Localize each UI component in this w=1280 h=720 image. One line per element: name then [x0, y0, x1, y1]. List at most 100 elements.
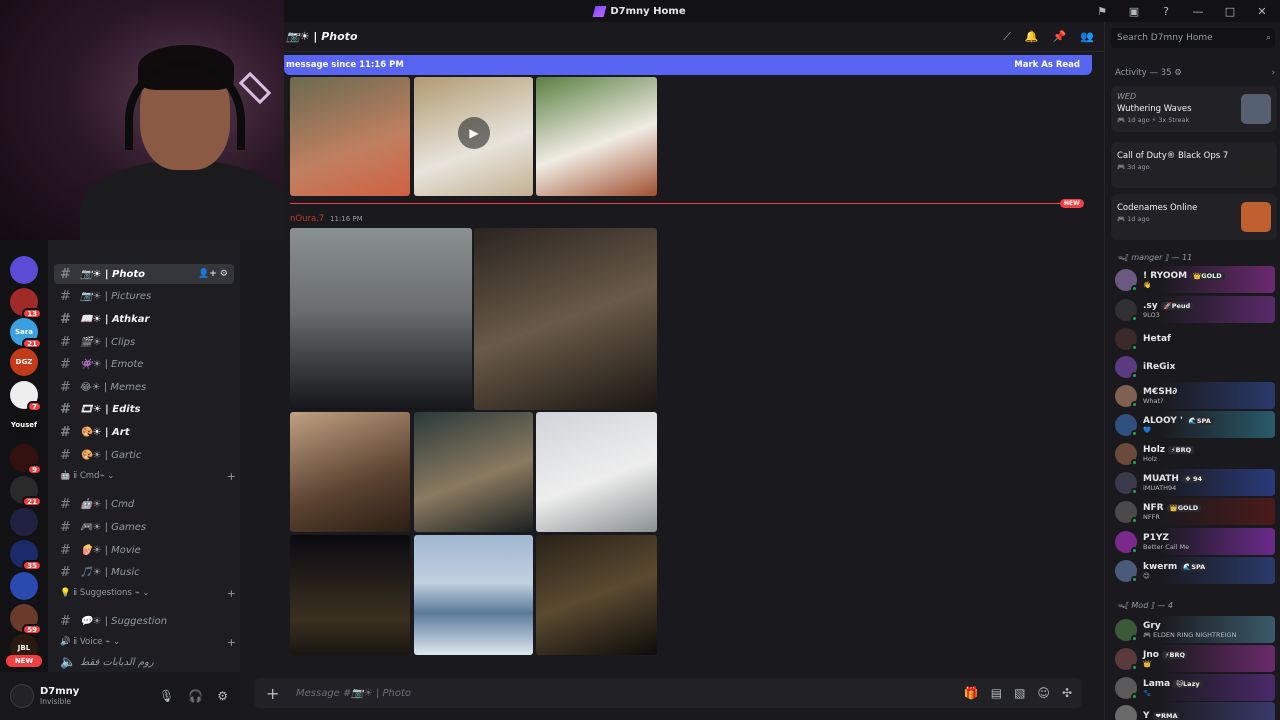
activity-card[interactable]: WED Wuthering Waves 🎮 1d ago ⚡ 3x Streak: [1111, 86, 1277, 132]
photo-attachment[interactable]: [536, 412, 657, 532]
channel-category[interactable]: 🤖 ⅱ Cmd⌁ ⌄ +: [60, 469, 236, 483]
member-row[interactable]: Gry 🎮 ELDEN RING NIGHTREIGN: [1111, 616, 1275, 643]
server-icon[interactable]: 35: [10, 540, 42, 571]
channel-item[interactable]: # 💬☀ | Suggestion: [54, 611, 234, 631]
member-row[interactable]: Jno ⚡BRQ 👑: [1111, 645, 1275, 672]
photo-attachment[interactable]: [290, 228, 472, 410]
server-icon[interactable]: [10, 572, 38, 600]
channel-item[interactable]: # 👾☀ | Emote: [54, 354, 234, 374]
server-icon[interactable]: 21: [10, 476, 42, 507]
photo-attachment[interactable]: [536, 535, 657, 655]
channel-item[interactable]: # 🎞☀ | Edits: [54, 399, 234, 419]
server-icon[interactable]: Sara 21: [10, 318, 42, 349]
gif-icon[interactable]: ▤: [991, 686, 1002, 700]
member-row[interactable]: ALOOY ' 🌊SPA 💙: [1111, 411, 1275, 438]
maximize-button[interactable]: □: [1220, 5, 1240, 18]
server-icon[interactable]: 13: [10, 288, 42, 319]
member-row[interactable]: MUATH ❖ 94 iMUATH94: [1111, 469, 1275, 496]
channel-item[interactable]: # 🍿☀ | Movie: [54, 540, 234, 560]
screen-share-icon[interactable]: ▣: [1124, 5, 1144, 18]
member-row[interactable]: Holz ⚡BRQ Holz: [1111, 440, 1275, 467]
member-row[interactable]: Hetaf: [1111, 325, 1275, 352]
server-icon[interactable]: [10, 256, 38, 284]
chevron-right-icon[interactable]: ›: [1272, 68, 1275, 78]
sticker-icon[interactable]: ▧: [1014, 686, 1025, 700]
gift-icon[interactable]: 🎁: [964, 686, 979, 700]
threads-icon[interactable]: ⟋: [1003, 30, 1011, 44]
channel-item[interactable]: # 📷☀ | Photo 👤+ ⚙: [54, 264, 234, 284]
search-input[interactable]: Search D7mny Home ⌕: [1111, 28, 1275, 48]
member-row[interactable]: Lama 🐱Lazy 🐾: [1111, 674, 1275, 701]
server-icon[interactable]: 7: [10, 381, 42, 412]
microphone-icon[interactable]: 🎙: [159, 689, 174, 703]
photo-attachment[interactable]: [290, 412, 410, 532]
channel-item[interactable]: # 🎬☀ | Clips: [54, 332, 234, 352]
channel-item[interactable]: # 🎨☀ | Art: [54, 422, 234, 442]
unread-banner[interactable]: message since 11:16 PM Mark As Read: [284, 55, 1092, 75]
member-row[interactable]: P1YZ Better Call Me: [1111, 528, 1275, 555]
channel-item[interactable]: # 📖☀ | Athkar: [54, 309, 234, 329]
server-label: JBL: [17, 644, 31, 652]
message-author[interactable]: nOura.7: [290, 214, 324, 224]
server-icon[interactable]: DGZ: [10, 348, 38, 376]
channel-item[interactable]: # 🎵☀ | Music: [54, 562, 234, 582]
server-icon[interactable]: Yousef: [10, 411, 38, 439]
member-name: Hetaf: [1143, 333, 1171, 344]
photo-attachment[interactable]: [414, 412, 533, 532]
chat-area: 📷☀ | Photo ⟋ 🔔 📌 👥 message since 11:16 P…: [254, 22, 1104, 720]
photo-attachment[interactable]: [536, 77, 657, 196]
channel-category[interactable]: 💡 ⅱ Suggestions ⌁ ⌄ +: [60, 586, 236, 600]
online-status-icon: [1131, 487, 1138, 495]
member-row[interactable]: ! RYOOM 👑GOLD 👋: [1111, 266, 1275, 293]
mark-as-read-button[interactable]: Mark As Read: [1014, 60, 1080, 70]
member-row[interactable]: Y ❤RMA: [1111, 702, 1275, 720]
message-composer[interactable]: + Message #📷☀ | Photo 🎁 ▤ ▧ ☺ ✣: [254, 678, 1082, 708]
channel-settings-icon[interactable]: 👤+ ⚙: [198, 269, 228, 279]
channel-item[interactable]: # 🎨☀ | Gartic: [54, 445, 234, 465]
minimize-button[interactable]: —: [1188, 5, 1208, 18]
help-icon[interactable]: ?: [1156, 5, 1176, 18]
member-row[interactable]: .sy 🚀Peud 9LO3: [1111, 296, 1275, 323]
channel-item[interactable]: # 🤖☀ | Cmd: [54, 494, 234, 514]
pin-icon[interactable]: 📌: [1053, 30, 1067, 44]
photo-attachment[interactable]: [290, 535, 410, 655]
new-servers-pill[interactable]: NEW: [6, 655, 42, 667]
member-name: ALOOY ': [1143, 415, 1183, 426]
photo-attachment[interactable]: [414, 535, 533, 655]
member-row[interactable]: M€SH∂ What?: [1111, 382, 1275, 409]
avatar[interactable]: [10, 684, 34, 708]
add-attachment-icon[interactable]: +: [266, 684, 296, 703]
add-channel-icon[interactable]: +: [227, 636, 236, 649]
channel-item[interactable]: # 📷☀ | Pictures: [54, 286, 234, 306]
server-icon[interactable]: 59: [10, 604, 42, 635]
channel-item[interactable]: # 😂☀ | Memes: [54, 377, 234, 397]
bell-icon[interactable]: 🔔: [1025, 30, 1039, 44]
close-button[interactable]: ✕: [1252, 5, 1272, 18]
apps-icon[interactable]: ✣: [1062, 686, 1072, 700]
add-channel-icon[interactable]: +: [227, 587, 236, 600]
voice-channel-item[interactable]: 🔈 روم الدبابات فقط: [54, 652, 234, 672]
server-icon[interactable]: 9: [10, 444, 42, 475]
emoji-icon[interactable]: ☺: [1037, 686, 1050, 700]
mention-badge: 35: [22, 560, 42, 571]
activity-card[interactable]: Codenames Online 🎮 1d ago: [1111, 194, 1277, 240]
add-channel-icon[interactable]: +: [227, 470, 236, 483]
server-icon[interactable]: [10, 508, 38, 536]
inbox-icon[interactable]: ⚑: [1092, 5, 1112, 18]
video-attachment[interactable]: ▶: [414, 77, 533, 196]
photo-attachment[interactable]: [474, 228, 657, 410]
activity-card[interactable]: Call of Duty® Black Ops 7 🎮 3d ago: [1111, 142, 1277, 188]
headphones-icon[interactable]: 🎧: [188, 689, 203, 703]
photo-attachment[interactable]: [290, 77, 410, 196]
channel-item[interactable]: # 🎮☀ | Games: [54, 517, 234, 537]
members-icon[interactable]: 👥: [1080, 30, 1094, 44]
member-row[interactable]: NFR 👑GOLD NFFR: [1111, 498, 1275, 525]
member-row[interactable]: kwerm 🌊SPA 😊: [1111, 557, 1275, 584]
activity-header[interactable]: Activity — 35 ⚙ ›: [1115, 68, 1275, 78]
settings-gear-icon[interactable]: ⚙: [217, 689, 228, 703]
composer-actions: 🎁 ▤ ▧ ☺ ✣: [964, 686, 1072, 700]
channel-category[interactable]: 🔊 ⅱ Voice ⌁ ⌄ +: [60, 635, 236, 649]
member-status: 💙: [1143, 425, 1152, 434]
member-row[interactable]: iReGix: [1111, 353, 1275, 380]
play-icon[interactable]: ▶: [458, 117, 490, 149]
